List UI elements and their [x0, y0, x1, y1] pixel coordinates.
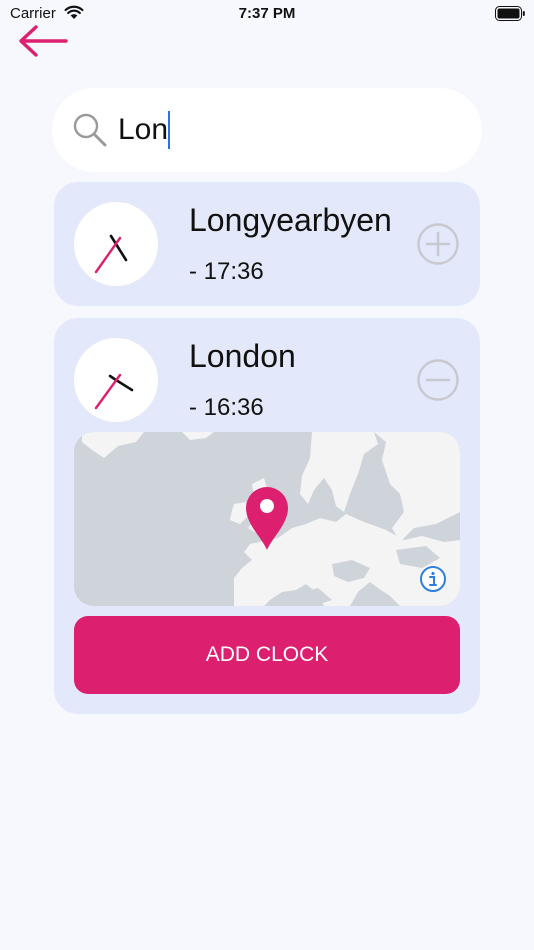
search-bar[interactable] [52, 88, 482, 172]
result-card-longyearbyen[interactable]: Longyearbyen - 17:36 [54, 182, 480, 306]
status-time: 7:37 PM [238, 5, 296, 22]
city-name: Longyearbyen [189, 202, 392, 238]
add-clock-button[interactable]: ADD CLOCK [74, 616, 460, 694]
plus-circle-icon[interactable] [416, 222, 460, 266]
info-icon[interactable] [419, 565, 447, 593]
search-icon [73, 113, 107, 147]
result-card-london[interactable]: London - 16:36 ADD CLOCK [54, 318, 480, 714]
back-arrow-button[interactable] [16, 24, 70, 60]
city-time: - 16:36 [189, 394, 264, 421]
clock-face [74, 338, 158, 422]
city-name: London [189, 338, 296, 374]
battery-icon [495, 6, 525, 21]
minus-circle-icon[interactable] [416, 358, 460, 402]
location-map[interactable] [74, 432, 460, 606]
clock-face [74, 202, 158, 286]
text-caret [168, 111, 170, 149]
europe-map [74, 432, 460, 606]
status-bar: Carrier 7:37 PM [0, 0, 534, 28]
city-time: - 17:36 [189, 258, 264, 285]
